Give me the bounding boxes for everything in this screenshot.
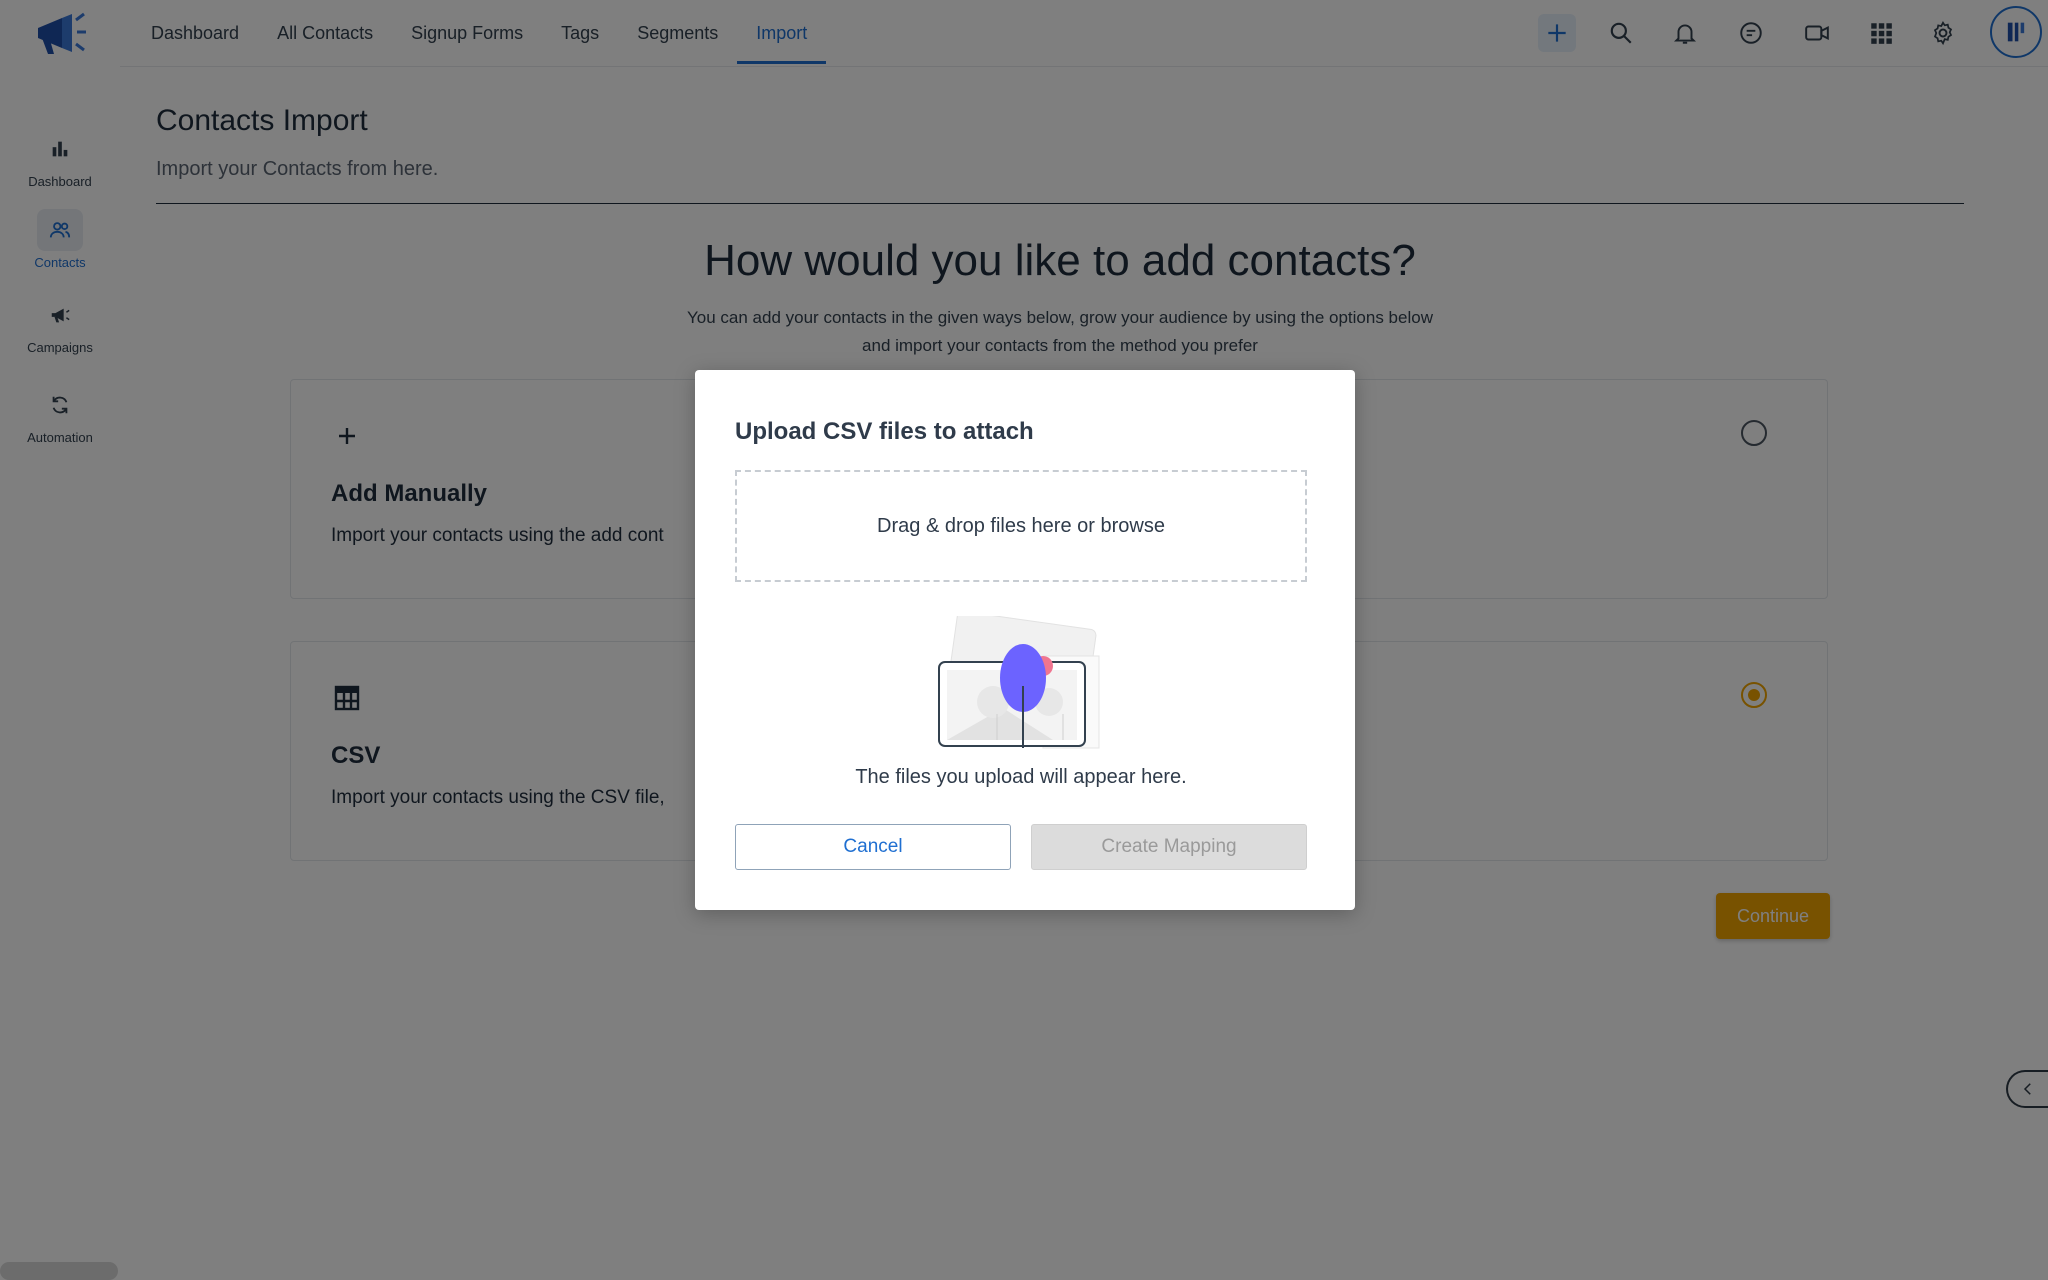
empty-files-illustration — [938, 616, 1100, 749]
app-root: Dashboard All Contacts Signup Forms Tags… — [0, 0, 2048, 1280]
create-mapping-button[interactable]: Create Mapping — [1031, 824, 1307, 870]
modal-title: Upload CSV files to attach — [735, 418, 1034, 445]
file-dropzone[interactable]: Drag & drop files here or browse — [735, 470, 1307, 582]
upload-modal: Upload CSV files to attach Drag & drop f… — [695, 370, 1355, 910]
cancel-button[interactable]: Cancel — [735, 824, 1011, 870]
empty-files-text: The files you upload will appear here. — [855, 766, 1187, 788]
